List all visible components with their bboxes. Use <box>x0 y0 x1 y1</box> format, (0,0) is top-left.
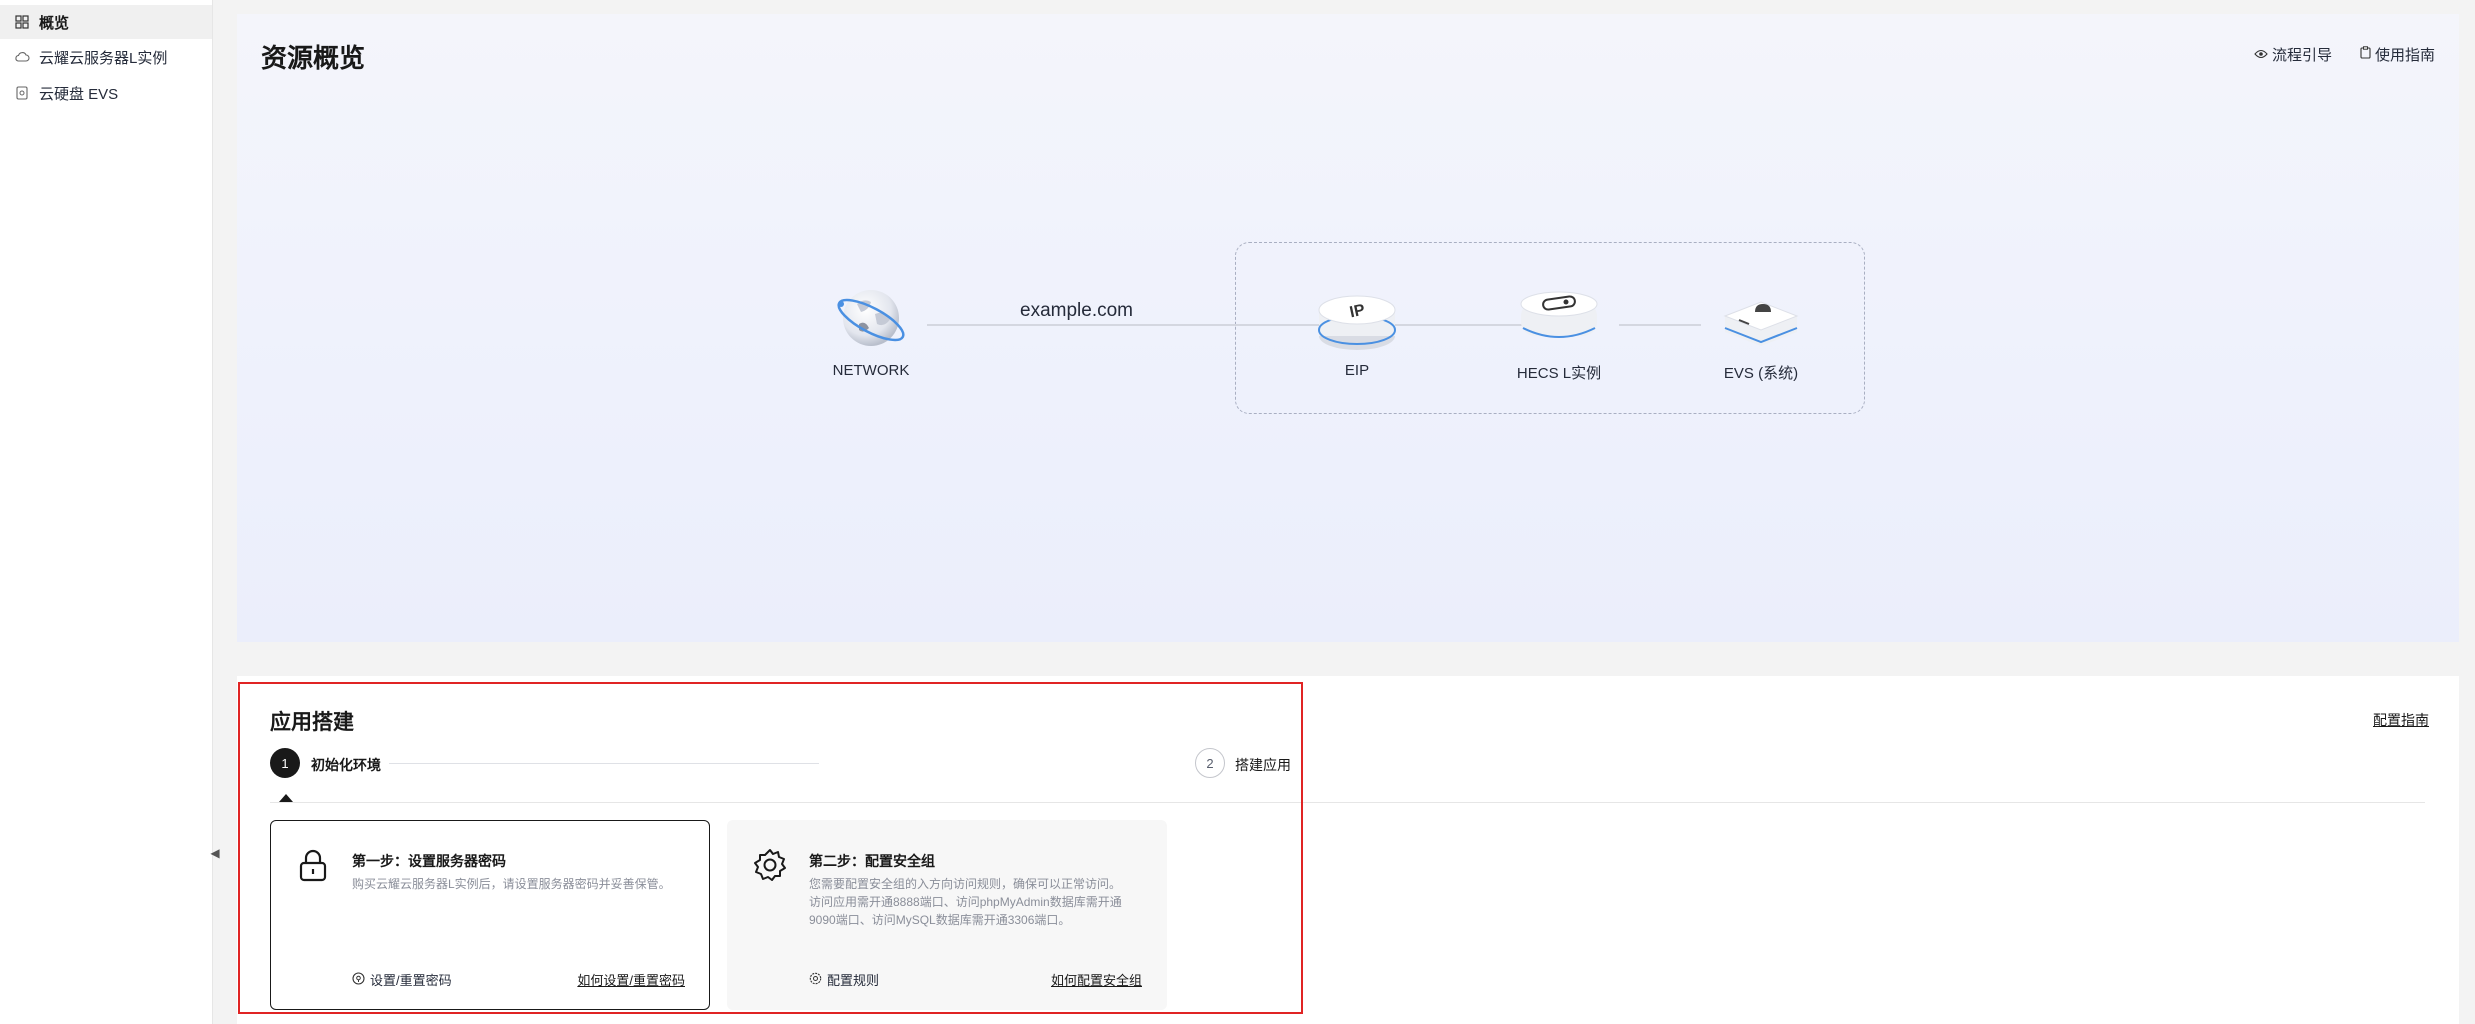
card-desc-line: 您需要配置安全组的入方向访问规则，确保可以正常访问。 <box>809 877 1122 891</box>
app-build-panel: 应用搭建 配置指南 1 初始化环境 2 搭建应用 第一步：设置服务器密码 购买云… <box>237 676 2459 1024</box>
cloud-icon <box>14 49 30 65</box>
hecs-node-icon[interactable] <box>1519 280 1599 360</box>
key-icon <box>352 971 365 988</box>
card-desc-line: 购买云耀云服务器L实例后，请设置服务器密码并妥善保管。 <box>352 877 671 891</box>
password-help-link[interactable]: 如何设置/重置密码 <box>577 970 685 989</box>
sidebar-item-overview[interactable]: 概览 <box>0 5 212 39</box>
hecs-label: HECS L实例 <box>1516 365 1602 382</box>
sidebar-item-hecs[interactable]: 云耀云服务器L实例 <box>0 40 212 74</box>
globe-icon <box>831 280 911 360</box>
step-2-label[interactable]: 搭建应用 <box>1235 755 1291 775</box>
hecs-evs-connector <box>1619 324 1701 326</box>
action-label: 配置规则 <box>827 973 880 988</box>
eip-hecs-connector <box>1415 324 1497 326</box>
domain-label: example.com <box>1020 300 1133 321</box>
security-group-help-link[interactable]: 如何配置安全组 <box>1051 970 1142 989</box>
sidebar-collapse-icon[interactable]: ◀ <box>208 838 222 868</box>
sidebar: 概览 云耀云服务器L实例 云硬盘 EVS <box>0 0 213 1024</box>
action-label: 设置/重置密码 <box>370 973 452 988</box>
eip-node-icon[interactable]: IP <box>1317 280 1397 360</box>
sidebar-item-label: 概览 <box>39 14 70 32</box>
resource-overview-panel: 资源概览 流程引导 使用指南 NETWORK example.com IP EI… <box>237 14 2459 642</box>
sidebar-item-evs[interactable]: 云硬盘 EVS <box>0 76 212 110</box>
lock-icon <box>295 847 331 883</box>
step-1-label[interactable]: 初始化环境 <box>311 755 381 775</box>
step-connector <box>389 763 819 764</box>
step-2-circle[interactable]: 2 <box>1195 748 1225 778</box>
card-desc-line: 9090端口、访问MySQL数据库需开通3306端口。 <box>809 913 1071 927</box>
network-label: NETWORK <box>832 362 910 379</box>
section-title: 应用搭建 <box>270 711 354 734</box>
sidebar-item-label: 云硬盘 EVS <box>39 85 119 103</box>
gear-icon <box>752 847 788 883</box>
settings-icon <box>809 972 822 988</box>
evs-node-icon[interactable] <box>1721 280 1801 360</box>
card-desc-line: 访问应用需开通8888端口、访问phpMyAdmin数据库需开通 <box>809 895 1122 909</box>
sidebar-item-label: 云耀云服务器L实例 <box>39 49 168 67</box>
reset-password-button[interactable]: 设置/重置密码 <box>352 970 452 989</box>
config-rules-button[interactable]: 配置规则 <box>809 970 879 989</box>
security-group-card[interactable]: 第二步：配置安全组 您需要配置安全组的入方向访问规则，确保可以正常访问。 访问应… <box>727 820 1167 1010</box>
evs-label: EVS (系统) <box>1723 365 1799 382</box>
tabs-divider <box>270 802 2425 803</box>
card-description: 购买云耀云服务器L实例后，请设置服务器密码并妥善保管。 <box>352 875 692 893</box>
topology-diagram: NETWORK example.com IP EIP HECS L实例 EVS … <box>237 14 2459 642</box>
set-password-card[interactable]: 第一步：设置服务器密码 购买云耀云服务器L实例后，请设置服务器密码并妥善保管。 … <box>270 820 710 1010</box>
active-step-caret <box>279 794 293 802</box>
card-description: 您需要配置安全组的入方向访问规则，确保可以正常访问。 访问应用需开通8888端口… <box>809 875 1149 929</box>
step-1-circle[interactable]: 1 <box>270 748 300 778</box>
grid-icon <box>14 14 30 30</box>
card-title: 第二步：配置安全组 <box>809 853 935 869</box>
disk-icon <box>14 85 30 101</box>
config-guide-link[interactable]: 配置指南 <box>2373 710 2429 730</box>
card-title: 第一步：设置服务器密码 <box>352 853 506 869</box>
eip-label: EIP <box>1344 362 1370 379</box>
